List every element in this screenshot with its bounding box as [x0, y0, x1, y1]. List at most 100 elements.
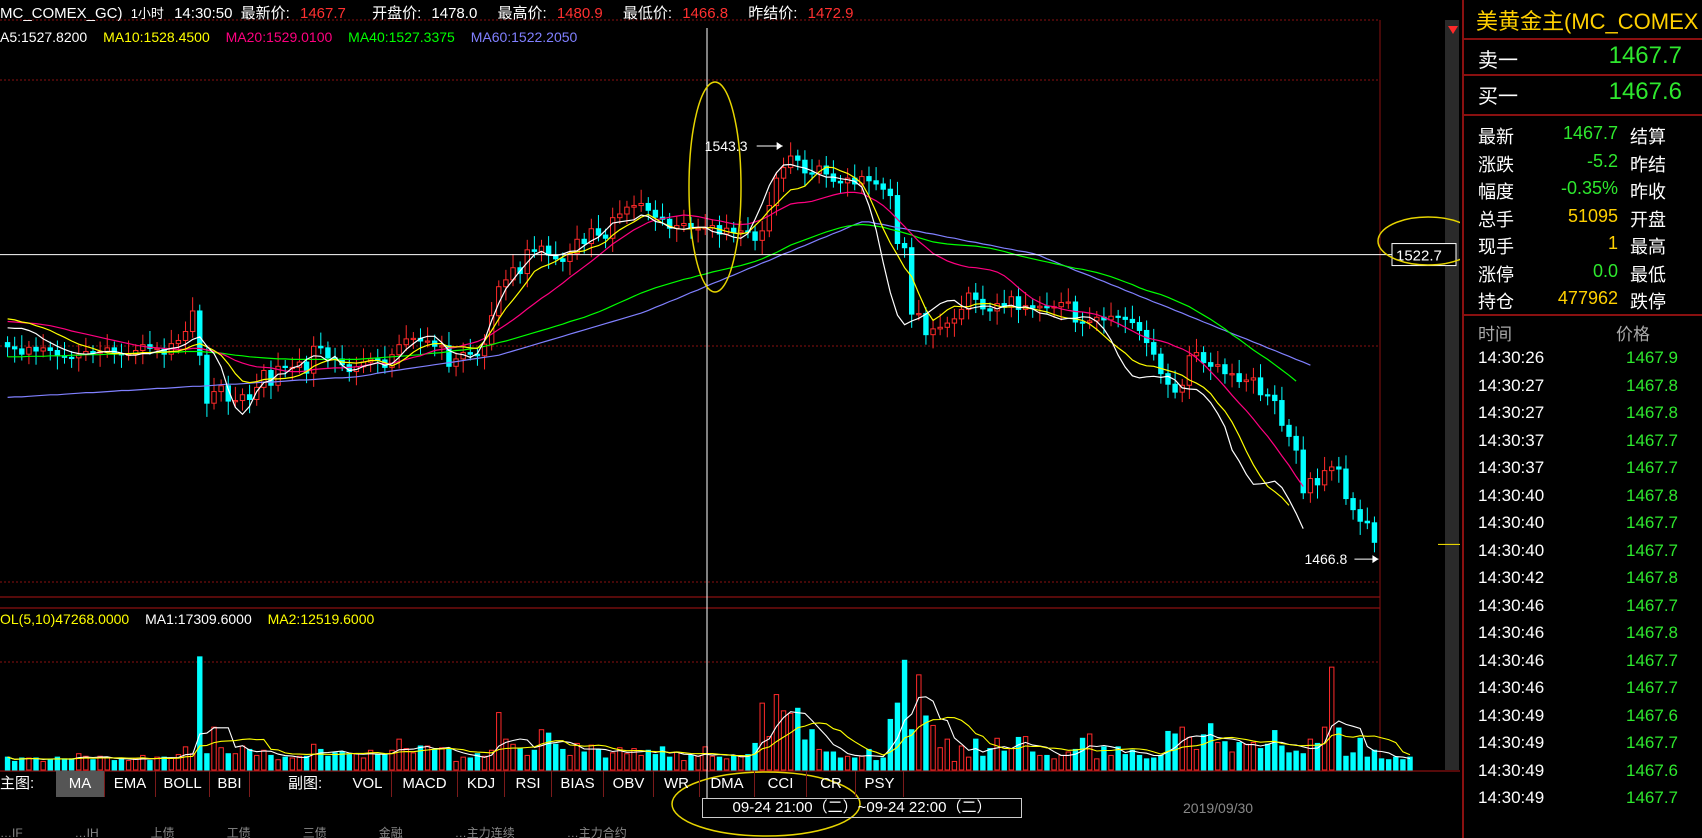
tick-price: 1467.7	[1626, 733, 1678, 752]
stat-value: 477962	[1557, 288, 1618, 308]
latest-value: 1467.7	[300, 5, 346, 22]
volume-bar	[1051, 758, 1057, 771]
tick-row: 14:30:26 1467.9	[1464, 348, 1702, 375]
volume-bar	[1015, 736, 1022, 771]
sub-indicator-bias[interactable]: BIAS	[552, 771, 604, 797]
candle-body	[880, 183, 886, 190]
sub-indicator-obv[interactable]: OBV	[604, 771, 654, 797]
candle-body	[873, 180, 879, 185]
volume-bar	[1400, 759, 1406, 771]
bottom-tab[interactable]: 上债	[151, 826, 175, 838]
candle-body	[1207, 362, 1214, 367]
volume-bar	[4, 756, 11, 771]
candle-body	[175, 339, 182, 345]
bottom-tab[interactable]: 工债	[227, 826, 251, 838]
volume-bar	[937, 747, 943, 771]
stat-row: 涨停 0.0 最低	[1464, 258, 1702, 286]
sub-indicator-kdj[interactable]: KDJ	[458, 771, 505, 797]
main-indicator-ma[interactable]: MA	[56, 771, 105, 797]
volume-ma-line	[7, 696, 1411, 760]
volume-bar	[439, 747, 445, 771]
tick-time: 14:30:46	[1478, 595, 1545, 615]
candle-body	[1136, 322, 1143, 331]
bottom-tab[interactable]: …主力合约	[567, 826, 627, 838]
candle-body	[47, 347, 53, 351]
sub-indicator-vol[interactable]: VOL	[344, 771, 392, 797]
tick-price: 1467.7	[1626, 788, 1678, 807]
volume-bar	[1350, 752, 1356, 771]
volume-bar	[595, 748, 602, 771]
bid-row: 买一 1467.6	[1464, 74, 1702, 108]
candle-body	[111, 347, 118, 355]
volume-bar	[723, 758, 730, 771]
bottom-tab[interactable]: …主力连续	[455, 826, 515, 838]
volume-bar	[1393, 756, 1399, 771]
tick-time: 14:30:27	[1478, 375, 1545, 395]
volume-bar	[773, 694, 780, 771]
volume-bar	[1193, 748, 1200, 771]
volume-bar	[1243, 743, 1249, 771]
sub-indicator-macd[interactable]: MACD	[392, 771, 458, 797]
candle-body	[246, 394, 253, 400]
candle-body	[602, 234, 609, 239]
ticks-header: 时间 价格	[1464, 314, 1702, 344]
volume-bar	[581, 751, 587, 771]
main-indicator-boll[interactable]: BOLL	[156, 771, 210, 797]
kline-chart[interactable]: 1522.71543.31466.8	[0, 0, 1460, 838]
sub-indicator-psy[interactable]: PSY	[856, 771, 904, 797]
volume-bar	[254, 754, 260, 771]
bottom-tab[interactable]: …IF	[0, 826, 23, 838]
candle-body	[204, 354, 210, 404]
volume-bar	[346, 754, 352, 771]
candle-body	[453, 358, 459, 367]
low-label: 最低价:	[622, 5, 673, 22]
tick-row: 14:30:37 1467.7	[1464, 458, 1702, 485]
candle-body	[1030, 305, 1036, 309]
volume-bar	[560, 748, 566, 771]
volume-bar	[460, 756, 466, 771]
tick-row: 14:30:27 1467.8	[1464, 403, 1702, 430]
volume-bar	[1044, 754, 1050, 771]
candle-body	[68, 356, 75, 360]
tick-time: 14:30:42	[1478, 568, 1545, 587]
candle-body	[887, 188, 894, 197]
tick-price: 1467.7	[1626, 678, 1678, 697]
candle-body	[218, 385, 224, 393]
bottom-tab[interactable]: 三债	[303, 826, 327, 838]
sub-indicator-dma[interactable]: DMA	[700, 771, 755, 797]
stat-value: 1	[1607, 233, 1618, 253]
tick-price: 1467.6	[1626, 705, 1678, 725]
candle-body	[1129, 318, 1136, 324]
bottom-tab[interactable]: 金融	[379, 826, 403, 838]
sub-indicator-cci[interactable]: CCI	[755, 771, 807, 797]
candle-body	[987, 308, 993, 312]
candle-body	[901, 243, 908, 249]
tick-time: 14:30:27	[1478, 403, 1545, 422]
volume-bar	[197, 656, 203, 771]
stat-label-secondary: 跌停	[1630, 292, 1666, 312]
candle-body	[624, 206, 630, 215]
volume-bar	[787, 712, 794, 771]
candle-body	[1371, 522, 1378, 543]
candle-body	[731, 227, 737, 233]
sub-indicator-rsi[interactable]: RSI	[505, 771, 552, 797]
candle-body	[973, 292, 979, 300]
volume-bar	[688, 754, 694, 771]
candle-body	[1037, 305, 1043, 309]
candle-body	[923, 313, 929, 336]
volume-bar	[1215, 742, 1221, 771]
ma-legend: A5:1527.8200 MA10:1528.4500 MA20:1529.01…	[0, 26, 589, 48]
bottom-tab[interactable]: …IH	[75, 826, 99, 838]
vol-legend: OL(5,10)47268.0000	[0, 611, 130, 627]
volume-bar	[901, 659, 908, 771]
sub-indicator-wr[interactable]: WR	[654, 771, 700, 797]
sub-indicator-cr[interactable]: CR	[807, 771, 856, 797]
main-indicator-bbi[interactable]: BBI	[210, 771, 250, 797]
volume-bar	[531, 749, 538, 771]
vol-ma1-legend: MA1:17309.6000	[145, 611, 252, 627]
candle-body	[1314, 478, 1321, 486]
latest-label: 最新价:	[240, 5, 290, 22]
main-indicator-ema[interactable]: EMA	[105, 771, 156, 797]
volume-bar	[987, 748, 993, 771]
ma20-legend: MA20:1529.0100	[225, 29, 333, 45]
